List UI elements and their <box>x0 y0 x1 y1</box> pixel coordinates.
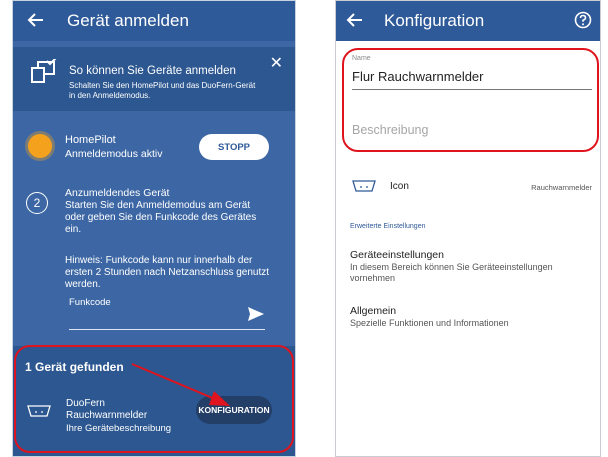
right-app-bar: Konfiguration <box>336 1 600 41</box>
found-devices-section: 1 Gerät gefunden DuoFern Rauchwarnmelder… <box>13 346 295 456</box>
general-description: Spezielle Funktionen und Informationen <box>350 318 509 328</box>
step-number: 2 <box>26 192 48 214</box>
name-label: Name <box>352 55 371 62</box>
homepilot-name: HomePilot <box>65 134 116 146</box>
help-icon[interactable] <box>574 11 592 29</box>
info-banner: So können Sie Geräte anmelden Schalten S… <box>13 47 295 111</box>
general-item[interactable]: Allgemein <box>350 305 396 317</box>
name-underline <box>352 89 592 90</box>
info-subtitle: Schalten Sie den HomePilot und das DuoFe… <box>69 81 256 100</box>
device-settings-description: In diesem Bereich können Sie Geräteeinst… <box>350 262 553 283</box>
icon-setting-label[interactable]: Icon <box>390 181 409 192</box>
info-title: So können Sie Geräte anmelden <box>69 65 236 77</box>
configuration-button[interactable]: KONFIGURATI ON <box>196 396 272 424</box>
stop-button[interactable]: STOPP <box>199 134 269 160</box>
funkcode-field[interactable]: Funkcode <box>69 297 111 308</box>
funkcode-underline <box>69 329 265 330</box>
step-text: Starten Sie den Anmeldemodus am Gerät od… <box>65 200 257 235</box>
found-title: 1 Gerät gefunden <box>25 360 124 374</box>
configuration-label-line2: ON <box>256 405 270 415</box>
step-title: Anzumeldendes Gerät <box>65 187 170 199</box>
description-input[interactable]: Beschreibung <box>352 123 428 137</box>
icon-setting-value: Rauchwarnmelder <box>531 183 592 192</box>
back-arrow-icon[interactable] <box>346 10 364 30</box>
back-arrow-icon[interactable] <box>27 10 45 30</box>
configuration-label-line1: KONFIGURATI <box>198 405 257 415</box>
homepilot-status: Anmeldemodus aktiv <box>65 148 163 160</box>
advanced-settings-header: Erweiterte Einstellungen <box>350 223 426 230</box>
smoke-detector-icon <box>27 405 51 417</box>
send-icon[interactable] <box>247 306 265 322</box>
page-title: Gerät anmelden <box>67 11 189 30</box>
smoke-detector-icon <box>352 180 376 192</box>
name-input[interactable]: Flur Rauchwarnmelder <box>352 69 484 84</box>
hint-text: Hinweis: Funkcode kann nur innerhalb der… <box>65 255 270 290</box>
device-brand: DuoFern <box>66 398 105 409</box>
close-icon[interactable]: ✕ <box>270 53 283 73</box>
device-description: Ihre Gerätebeschreibung <box>66 423 172 434</box>
device-settings-item[interactable]: Geräteeinstellungen <box>350 249 444 261</box>
devices-check-icon <box>31 59 57 83</box>
right-screen: Konfiguration Name Flur Rauchwarnmelder … <box>335 0 601 457</box>
status-dot <box>28 134 52 158</box>
page-title: Konfiguration <box>384 11 485 30</box>
device-name: Rauchwarnmelder <box>66 410 148 421</box>
left-app-bar: Gerät anmelden <box>13 1 295 41</box>
left-screen: Gerät anmelden So können Sie Geräte anme… <box>12 0 296 457</box>
